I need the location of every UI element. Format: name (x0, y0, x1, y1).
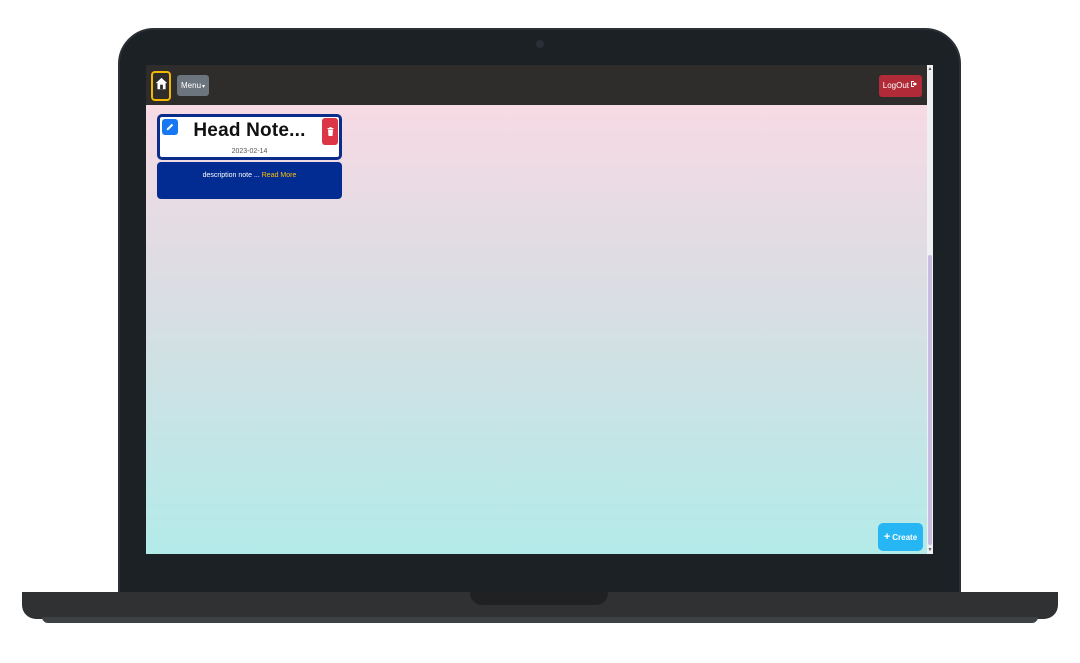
scroll-down-arrow-icon[interactable]: ▼ (927, 546, 933, 554)
note-date: 2023-02-14 (231, 148, 268, 155)
logout-label: LogOut (882, 81, 909, 90)
laptop-notch (470, 592, 608, 605)
scroll-up-arrow-icon[interactable]: ▲ (927, 65, 933, 73)
menu-label: Menu (181, 81, 202, 90)
home-icon (155, 77, 168, 95)
logout-button[interactable]: LogOut (878, 75, 922, 97)
note-title: Head Note... (193, 120, 306, 141)
create-label: Create (892, 532, 918, 542)
create-note-button[interactable]: + Create (878, 523, 923, 551)
app-screen: Menu▾ LogOut Head Note... 2023-02-14 des… (146, 65, 933, 554)
page-scrollbar[interactable]: ▲ ▼ (927, 65, 933, 554)
logout-icon (910, 75, 918, 97)
read-more-link[interactable]: Read More (262, 172, 297, 179)
menu-dropdown-button[interactable]: Menu▾ (177, 75, 210, 96)
delete-note-button[interactable] (322, 118, 338, 145)
home-button[interactable] (151, 71, 171, 101)
navbar: Menu▾ LogOut (146, 65, 927, 105)
webcam (535, 40, 544, 48)
note-description: description note ... (202, 172, 262, 179)
scroll-thumb[interactable] (928, 255, 932, 545)
laptop-base-shadow (42, 617, 1038, 623)
note-card-body: description note ... Read More (157, 162, 342, 199)
caret-down-icon: ▾ (202, 84, 206, 90)
trash-icon (327, 123, 334, 141)
plus-icon: + (883, 531, 891, 543)
note-card-header: Head Note... 2023-02-14 (157, 114, 342, 160)
